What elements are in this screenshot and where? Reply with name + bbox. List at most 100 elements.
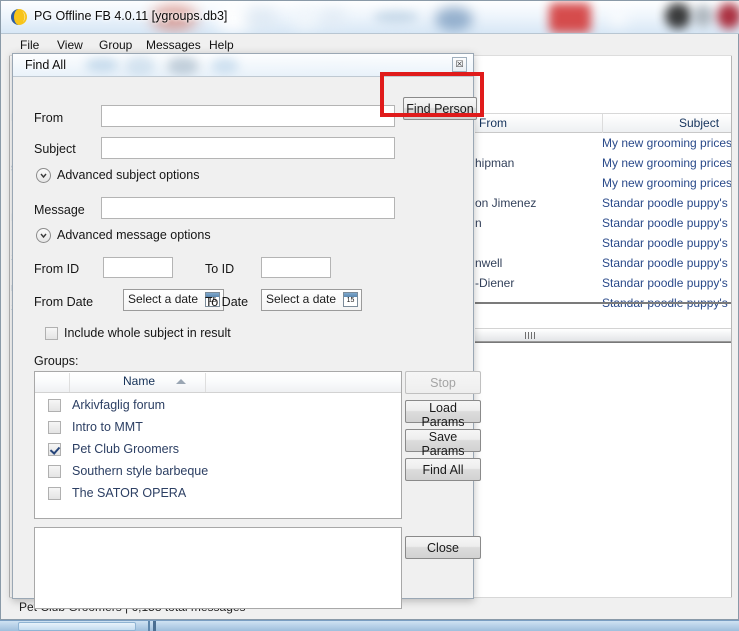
find-all-dialog: Find All ☒ From Subject Advanced subject…: [12, 53, 481, 609]
column-separator[interactable]: [602, 114, 603, 133]
horizontal-splitter[interactable]: [475, 328, 731, 342]
column-header-subject[interactable]: Subject: [679, 116, 719, 130]
from-date-label: From Date: [34, 295, 94, 309]
to-id-input[interactable]: [261, 257, 331, 278]
window-titlebar: PG Offline FB 4.0.11 [ygroups.db3]: [1, 1, 739, 34]
window-control-blob-maximize[interactable]: [693, 5, 713, 27]
find-all-button[interactable]: Find All: [405, 458, 481, 481]
table-row[interactable]: My new grooming prices e: [475, 134, 732, 154]
stop-button[interactable]: Stop: [405, 371, 481, 394]
find-person-button[interactable]: Find Person: [403, 97, 477, 120]
sort-ascending-icon: [176, 379, 186, 384]
column-header-name[interactable]: Name: [123, 374, 155, 388]
wallpaper-blur-blob: [211, 58, 239, 74]
include-whole-subject-checkbox[interactable]: [45, 327, 58, 340]
message-input[interactable]: [101, 197, 395, 219]
wallpaper-blur-blob: [167, 57, 199, 75]
wallpaper-blur-blob: [435, 7, 473, 31]
from-id-label: From ID: [34, 262, 80, 276]
wallpaper-blur-blob: [319, 8, 347, 26]
column-header-from[interactable]: From: [479, 116, 507, 130]
to-date-value: Select a date: [266, 292, 337, 306]
wallpaper-blur-blob: [609, 9, 627, 27]
group-name: Intro to MMT: [72, 420, 143, 434]
dialog-title: Find All: [25, 58, 66, 72]
list-item[interactable]: Arkivfaglig forum: [35, 395, 401, 417]
menu-item-group[interactable]: Group: [94, 37, 137, 53]
cell-subject: Standar poodle puppy's fi: [602, 216, 732, 230]
taskbar: [0, 620, 739, 631]
save-params-button[interactable]: Save Params: [405, 429, 481, 458]
wallpaper-blur-blob: [291, 5, 321, 31]
dialog-body: From Subject Advanced subject options Me…: [13, 76, 481, 609]
screenshot-root: PG Offline FB 4.0.11 [ygroups.db3] File …: [0, 0, 739, 631]
menu-item-help[interactable]: Help: [204, 37, 239, 53]
menu-item-view[interactable]: View: [52, 37, 88, 53]
group-checkbox[interactable]: [48, 465, 61, 478]
group-name: Southern style barbeque: [72, 464, 209, 478]
table-row[interactable]: hipman My new grooming prices e: [475, 154, 732, 174]
subject-label: Subject: [34, 142, 76, 156]
advanced-subject-options-label: Advanced subject options: [57, 168, 200, 182]
from-label: From: [34, 111, 64, 125]
results-panel: [34, 527, 402, 609]
from-input[interactable]: [101, 105, 395, 127]
list-item[interactable]: Intro to MMT: [35, 417, 401, 439]
list-item[interactable]: Pet Club Groomers: [35, 439, 401, 461]
group-checkbox[interactable]: [48, 421, 61, 434]
chevron-down-icon[interactable]: [36, 228, 51, 243]
cell-from: n: [475, 216, 482, 230]
cell-subject: Standar poodle puppy's fi: [602, 256, 732, 270]
wallpaper-blur-blob: [373, 11, 419, 23]
group-checkbox[interactable]: [48, 443, 61, 456]
window-control-blob-minimize[interactable]: [665, 3, 691, 29]
close-button[interactable]: Close: [405, 536, 481, 559]
calendar-day: 15: [346, 297, 355, 304]
list-item[interactable]: The SATOR OPERA: [35, 483, 401, 505]
menu-item-file[interactable]: File: [15, 37, 44, 53]
column-separator[interactable]: [69, 373, 70, 392]
to-date-label: To Date: [205, 295, 249, 309]
wallpaper-blur-blob: [85, 58, 119, 72]
message-label: Message: [34, 203, 85, 217]
group-checkbox[interactable]: [48, 399, 61, 412]
list-item[interactable]: Southern style barbeque: [35, 461, 401, 483]
table-row[interactable]: n Standar poodle puppy's fi: [475, 214, 732, 234]
wallpaper-blur-blob: [549, 3, 591, 33]
group-name: The SATOR OPERA: [72, 486, 187, 500]
cell-subject: My new grooming prices e: [602, 176, 732, 190]
cell-from: on Jimenez: [475, 196, 537, 210]
window-title: PG Offline FB 4.0.11 [ygroups.db3]: [34, 9, 228, 23]
calendar-icon[interactable]: 15: [343, 292, 358, 307]
cell-subject: My new grooming prices e: [602, 156, 732, 170]
taskbar-button[interactable]: [18, 622, 136, 631]
table-row[interactable]: My new grooming prices e: [475, 174, 732, 194]
from-date-value: Select a date: [128, 292, 199, 306]
message-list[interactable]: From Subject My new grooming prices e hi…: [475, 56, 732, 328]
menu-item-messages[interactable]: Messages: [141, 37, 206, 53]
table-row[interactable]: on Jimenez Standar poodle puppy's fi: [475, 194, 732, 214]
column-separator[interactable]: [205, 373, 206, 392]
cell-subject: My new grooming prices e: [602, 136, 732, 150]
cell-from: nwell: [475, 256, 503, 270]
groups-list-header: Name: [35, 372, 401, 393]
cell-subject: Standar poodle puppy's fi: [602, 196, 732, 210]
table-row[interactable]: Standar poodle puppy's fi: [475, 294, 731, 314]
chevron-down-icon[interactable]: [36, 168, 51, 183]
subject-input[interactable]: [101, 137, 395, 159]
splitter-grip-icon[interactable]: [525, 332, 537, 339]
from-id-input[interactable]: [103, 257, 173, 278]
dialog-titlebar: Find All ☒: [13, 54, 473, 76]
include-whole-subject-label: Include whole subject in result: [64, 326, 231, 340]
load-params-button[interactable]: Load Params: [405, 400, 481, 429]
taskbar-divider: [148, 621, 150, 631]
close-icon[interactable]: ☒: [452, 57, 467, 72]
group-checkbox[interactable]: [48, 487, 61, 500]
advanced-message-options-label: Advanced message options: [57, 228, 211, 242]
to-date-picker[interactable]: Select a date 15: [261, 289, 362, 311]
table-row[interactable]: Standar poodle puppy's fi: [475, 234, 731, 254]
table-row[interactable]: nwell Standar poodle puppy's fi: [475, 254, 732, 274]
table-row[interactable]: -Diener Standar poodle puppy's fi: [475, 274, 731, 294]
window-control-blob-close[interactable]: [717, 3, 739, 29]
groups-list[interactable]: Name Arkivfaglig forum Intro to MMT Pet …: [34, 371, 402, 519]
